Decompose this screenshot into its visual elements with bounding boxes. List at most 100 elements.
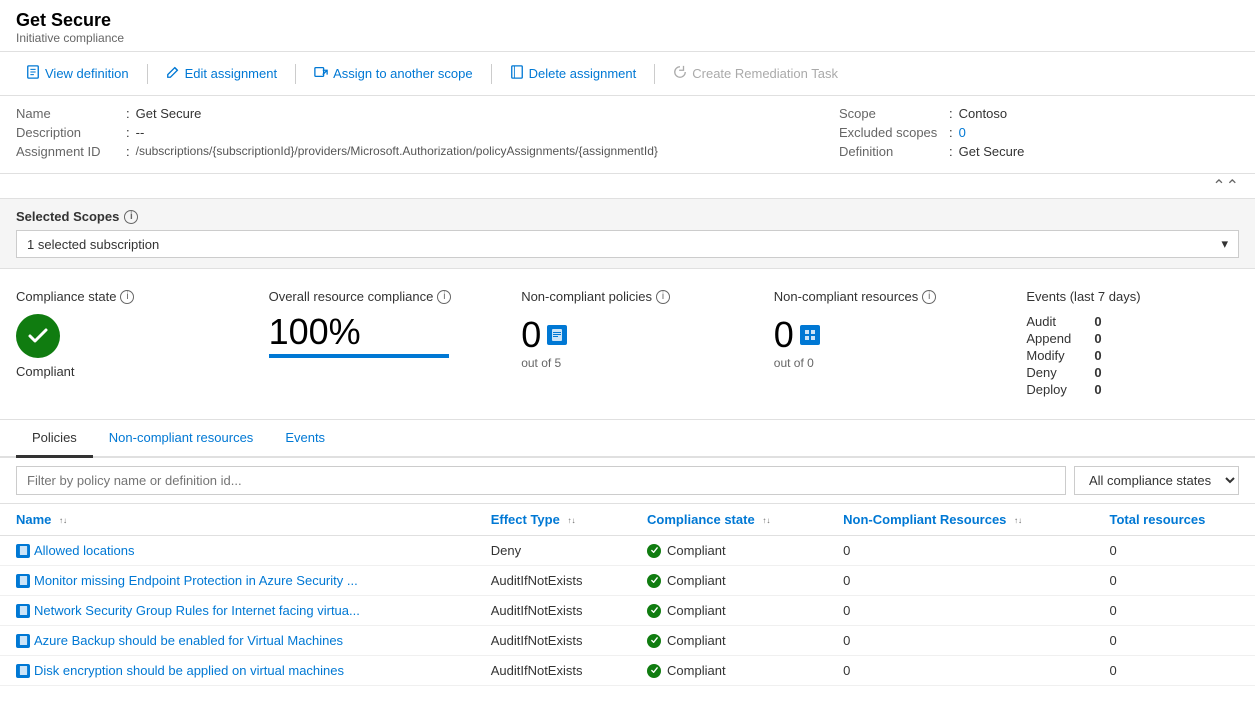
row-policy-icon [16, 574, 30, 588]
policy-name-link[interactable]: Network Security Group Rules for Interne… [34, 603, 360, 618]
edit-icon [166, 65, 180, 82]
event-row: Audit 0 [1026, 314, 1239, 329]
policy-name-link[interactable]: Allowed locations [34, 543, 134, 558]
description-row: Description : -- [16, 125, 839, 140]
view-definition-button[interactable]: View definition [16, 60, 139, 87]
ncr-info-icon: i [922, 290, 936, 304]
non-compliant-policies-metric: Non-compliant policies i 0 out of 5 [521, 289, 734, 370]
compliance-dot [647, 664, 661, 678]
event-row: Deploy0 [1026, 382, 1239, 397]
tab-non-compliant-resources[interactable]: Non-compliant resources [93, 420, 270, 458]
compliance-label: Compliant [667, 543, 726, 558]
table-row: Network Security Group Rules for Interne… [0, 596, 1255, 626]
cell-non-compliant: 0 [827, 566, 1093, 596]
cell-effect: Deny [475, 536, 631, 566]
cell-effect: AuditIfNotExists [475, 656, 631, 686]
event-count: 0 [1094, 314, 1101, 329]
event-label: Audit [1026, 314, 1086, 329]
compliance-dot [647, 634, 661, 648]
policy-icon [547, 325, 567, 345]
cell-non-compliant: 0 [827, 656, 1093, 686]
compliance-state-filter[interactable]: All compliance states [1074, 466, 1239, 495]
metadata-right: Scope : Contoso Excluded scopes : 0 Defi… [839, 106, 1239, 163]
delete-assignment-button[interactable]: Delete assignment [500, 60, 647, 87]
cell-non-compliant: 0 [827, 536, 1093, 566]
col-effect-type[interactable]: Effect Type ↑↓ [475, 504, 631, 536]
compliance-state-display: Compliant [16, 314, 229, 379]
overall-compliance-info-icon: i [437, 290, 451, 304]
table-header: Name ↑↓ Effect Type ↑↓ Compliance state … [0, 504, 1255, 536]
sort-compliance-icon: ↑↓ [762, 516, 770, 525]
table-row: Allowed locations Deny Compliant 0 0 [0, 536, 1255, 566]
scope-dropdown[interactable]: 1 selected subscription ▾ [16, 230, 1239, 258]
sort-ncr-icon: ↑↓ [1014, 516, 1022, 525]
excluded-scopes-value[interactable]: 0 [959, 125, 966, 140]
progress-bar [269, 354, 449, 358]
event-count: 0 [1094, 331, 1101, 346]
policy-name-link[interactable]: Disk encryption should be applied on vir… [34, 663, 344, 678]
collapse-button[interactable]: ⌃⌃ [0, 174, 1255, 199]
col-non-compliant-resources[interactable]: Non-Compliant Resources ↑↓ [827, 504, 1093, 536]
toolbar-sep-2 [295, 64, 296, 84]
toolbar-sep-3 [491, 64, 492, 84]
cell-name: Azure Backup should be enabled for Virtu… [0, 626, 475, 656]
cell-total: 0 [1093, 536, 1255, 566]
non-compliant-policies-title: Non-compliant policies i [521, 289, 734, 304]
cell-effect: AuditIfNotExists [475, 596, 631, 626]
policy-name-link[interactable]: Monitor missing Endpoint Protection in A… [34, 573, 358, 588]
tabs-bar: Policies Non-compliant resources Events [0, 420, 1255, 458]
non-compliant-policies-value: 0 [521, 314, 734, 356]
assignment-id-row: Assignment ID : /subscriptions/{subscrip… [16, 144, 839, 159]
toolbar: View definition Edit assignment Assign t… [0, 52, 1255, 96]
events-metric: Events (last 7 days) Audit0Append0Modify… [1026, 289, 1239, 399]
scope-value: Contoso [959, 106, 1007, 121]
description-label: Description [16, 125, 126, 140]
assign-scope-button[interactable]: Assign to another scope [304, 60, 482, 87]
metrics-section: Compliance state i Compliant Overall res… [0, 269, 1255, 420]
compliance-dot [647, 574, 661, 588]
col-compliance-state[interactable]: Compliance state ↑↓ [631, 504, 827, 536]
row-policy-icon [16, 604, 30, 618]
sort-effect-icon: ↑↓ [567, 516, 575, 525]
events-list: Audit 0 Append 0 Modify 0 Deny0 Deploy0 [1026, 314, 1239, 397]
event-label: Append [1026, 331, 1086, 346]
create-remediation-button[interactable]: Create Remediation Task [663, 60, 848, 87]
col-total-resources[interactable]: Total resources [1093, 504, 1255, 536]
assignment-id-label: Assignment ID [16, 144, 126, 159]
filter-bar: All compliance states [0, 458, 1255, 504]
metadata-left: Name : Get Secure Description : -- Assig… [16, 106, 839, 163]
progress-fill [269, 354, 449, 358]
compliance-dot [647, 544, 661, 558]
ncp-info-icon: i [656, 290, 670, 304]
cell-total: 0 [1093, 566, 1255, 596]
edit-assignment-button[interactable]: Edit assignment [156, 60, 288, 87]
non-compliant-resources-value: 0 [774, 314, 987, 356]
tab-events[interactable]: Events [269, 420, 341, 458]
event-row: Deny0 [1026, 365, 1239, 380]
resource-icon [800, 325, 820, 345]
cell-name: Disk encryption should be applied on vir… [0, 656, 475, 686]
policy-filter-input[interactable] [16, 466, 1066, 495]
cell-compliance: Compliant [631, 626, 827, 656]
cell-total: 0 [1093, 656, 1255, 686]
name-row: Name : Get Secure [16, 106, 839, 121]
overall-compliance-title: Overall resource compliance i [269, 289, 482, 304]
event-label: Modify [1026, 348, 1086, 363]
compliance-label: Compliant [667, 663, 726, 678]
event-count: 0 [1094, 348, 1101, 363]
scope-section-label: Selected Scopes i [16, 209, 1239, 224]
metadata-section: Name : Get Secure Description : -- Assig… [0, 96, 1255, 174]
name-value: Get Secure [136, 106, 202, 121]
compliance-state-title: Compliance state i [16, 289, 229, 304]
non-compliant-resources-title: Non-compliant resources i [774, 289, 987, 304]
event-row: Append 0 [1026, 331, 1239, 346]
col-name[interactable]: Name ↑↓ [0, 504, 475, 536]
table-body: Allowed locations Deny Compliant 0 0 Mon… [0, 536, 1255, 686]
tab-policies[interactable]: Policies [16, 420, 93, 458]
excluded-scopes-label: Excluded scopes [839, 125, 949, 140]
scope-info-icon: i [124, 210, 138, 224]
event-label: Deny [1026, 365, 1086, 380]
toolbar-sep-1 [147, 64, 148, 84]
policy-name-link[interactable]: Azure Backup should be enabled for Virtu… [34, 633, 343, 648]
sort-name-icon: ↑↓ [59, 516, 67, 525]
